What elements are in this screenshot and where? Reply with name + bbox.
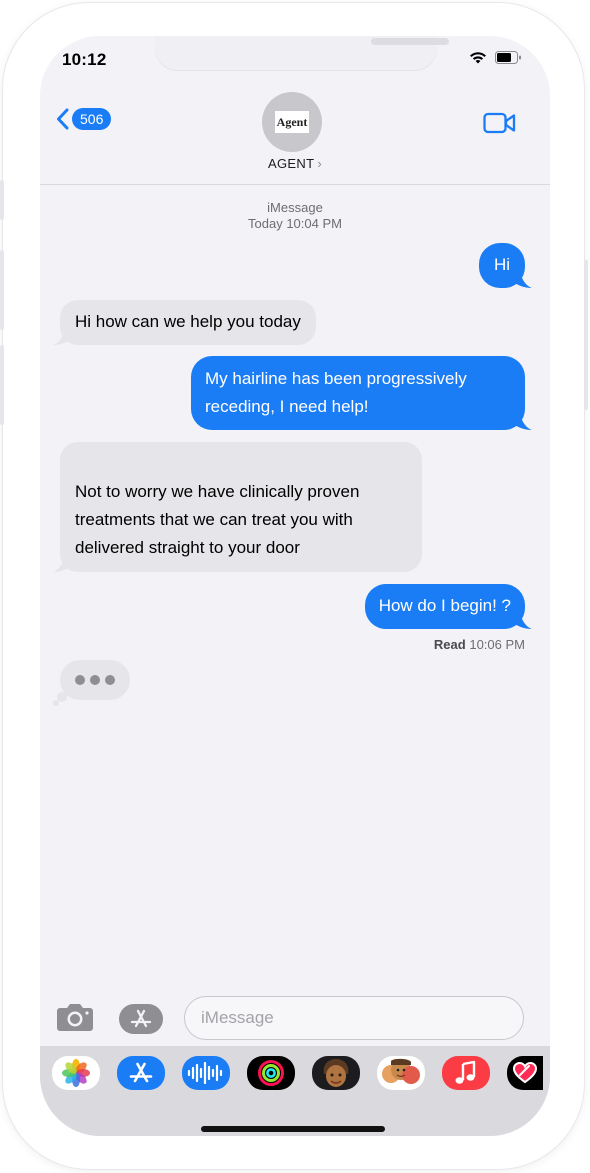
memoji-icon xyxy=(323,1059,349,1087)
bubble-tail xyxy=(53,554,73,572)
chevron-left-icon xyxy=(57,108,69,130)
incoming-message[interactable]: Not to worry we have clinically proven t… xyxy=(53,442,422,572)
read-time: 10:06 PM xyxy=(469,637,525,652)
camera-button[interactable] xyxy=(56,1002,94,1037)
read-receipt: Read 10:06 PM xyxy=(434,637,525,652)
unread-count-badge: 506 xyxy=(72,108,112,130)
conversation-header: 506 Agent AGENT › xyxy=(40,84,550,185)
outgoing-message[interactable]: How do I begin! ? xyxy=(364,584,532,629)
side-button xyxy=(584,260,588,410)
contact-name-button[interactable]: AGENT › xyxy=(40,156,550,171)
status-time: 10:12 xyxy=(62,50,107,69)
video-camera-icon xyxy=(483,112,516,134)
message-text: Hi xyxy=(493,255,510,274)
digital-touch-app-button[interactable] xyxy=(507,1056,543,1090)
photos-icon xyxy=(62,1059,90,1087)
compose-bar xyxy=(40,994,550,1044)
message-text: Hi how can we help you today xyxy=(75,312,301,331)
chevron-right-icon: › xyxy=(317,156,322,171)
app-store-app-button[interactable] xyxy=(117,1056,165,1090)
bubble-tail xyxy=(53,327,73,345)
digital-touch-icon xyxy=(512,1061,538,1084)
volume-down-button xyxy=(0,345,4,425)
typing-dot xyxy=(90,675,100,685)
app-store-icon xyxy=(130,1009,152,1028)
incoming-message[interactable]: Hi how can we help you today xyxy=(53,300,316,345)
memoji-stickers-icon xyxy=(382,1058,420,1084)
typing-indicator xyxy=(60,660,130,700)
message-text: How do I begin! ? xyxy=(378,596,511,615)
typing-dot xyxy=(105,675,115,685)
app-store-toggle-button[interactable] xyxy=(119,1004,163,1034)
notch xyxy=(155,36,449,70)
conversation-timestamp: Today 10:04 PM xyxy=(248,216,342,231)
battery-icon xyxy=(495,51,521,64)
memoji-stickers-app-button[interactable] xyxy=(377,1056,425,1090)
music-app-button[interactable] xyxy=(442,1056,490,1090)
outgoing-message[interactable]: Hi xyxy=(478,243,532,288)
contact-name: AGENT xyxy=(268,156,315,171)
app-drawer xyxy=(40,1046,550,1136)
status-icons xyxy=(469,51,522,64)
read-label: Read xyxy=(433,637,466,652)
speaker-grille xyxy=(371,38,449,45)
back-button[interactable]: 506 xyxy=(56,108,112,130)
status-bar: 10:12 xyxy=(40,36,550,84)
wifi-icon xyxy=(470,52,486,64)
contact-avatar[interactable]: Agent xyxy=(262,92,322,152)
volume-up-button xyxy=(0,250,4,330)
silent-switch xyxy=(0,180,4,220)
outgoing-message[interactable]: My hairline has been progressively reced… xyxy=(191,356,532,430)
bubble-tail xyxy=(512,611,532,629)
service-label: iMessage xyxy=(267,200,323,215)
agent-logo: Agent xyxy=(275,111,309,133)
typing-dot xyxy=(75,675,85,685)
music-note-icon xyxy=(455,1060,476,1084)
bubble-tail xyxy=(512,412,532,430)
app-store-icon xyxy=(129,1062,153,1083)
facetime-video-button[interactable] xyxy=(483,112,516,139)
message-text: My hairline has been progressively reced… xyxy=(205,369,467,416)
camera-icon xyxy=(57,1004,93,1031)
activity-app-button[interactable] xyxy=(247,1056,295,1090)
typing-tail-dot xyxy=(53,700,59,706)
screen: 10:12 506 Agent AGENT › iMessage Today 1… xyxy=(40,36,550,1136)
audio-message-icon xyxy=(187,1061,223,1085)
photos-app-button[interactable] xyxy=(52,1056,100,1090)
imessage-input[interactable] xyxy=(184,996,524,1040)
home-indicator[interactable] xyxy=(201,1126,385,1132)
memoji-app-button[interactable] xyxy=(312,1056,360,1090)
message-text: Not to worry we have clinically proven t… xyxy=(75,482,360,557)
app-drawer-icons xyxy=(52,1056,543,1090)
audio-message-app-button[interactable] xyxy=(182,1056,230,1090)
conversation-meta: iMessage Today 10:04 PM xyxy=(40,200,550,232)
bubble-tail xyxy=(512,270,532,288)
activity-icon xyxy=(258,1060,284,1086)
